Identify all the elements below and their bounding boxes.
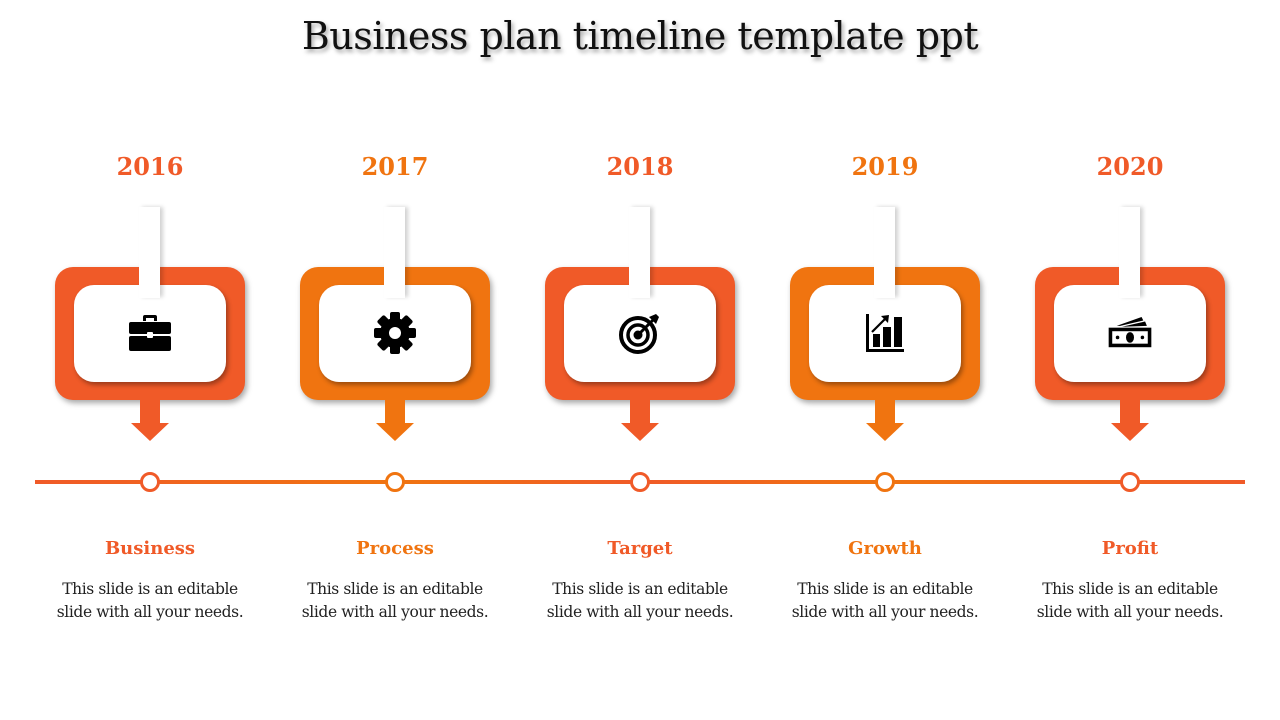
stage-year: 2018 <box>606 152 674 181</box>
stage-label: Growth <box>848 538 922 559</box>
gear-icon <box>371 311 419 355</box>
stage-year: 2020 <box>1096 152 1164 181</box>
stage-connector-join <box>874 284 895 298</box>
down-arrow-icon <box>866 423 904 441</box>
growth-chart-icon <box>861 311 909 355</box>
down-arrow-icon <box>376 423 414 441</box>
timeline-marker <box>875 472 895 492</box>
target-icon <box>616 311 664 355</box>
stage-year: 2017 <box>361 152 429 181</box>
timeline-marker <box>385 472 405 492</box>
stage-connector-join <box>139 284 160 298</box>
down-arrow-stem <box>140 399 160 424</box>
down-arrow-stem <box>385 399 405 424</box>
stage-connector-join <box>629 284 650 298</box>
stage-label: Business <box>104 538 196 559</box>
money-icon <box>1106 311 1154 355</box>
stage-label: Target <box>607 538 673 559</box>
timeline-marker <box>630 472 650 492</box>
briefcase-icon <box>126 311 174 355</box>
stage-label: Process <box>356 538 434 559</box>
down-arrow-icon <box>1111 423 1149 441</box>
timeline-marker <box>140 472 160 492</box>
down-arrow-stem <box>1120 399 1140 424</box>
stage-description: This slide is an editable slide with all… <box>301 580 489 621</box>
stage-year: 2016 <box>116 152 184 181</box>
stage-description: This slide is an editable slide with all… <box>1036 580 1224 621</box>
stage-connector-join <box>1119 284 1140 298</box>
stage-description: This slide is an editable slide with all… <box>56 580 244 621</box>
down-arrow-stem <box>630 399 650 424</box>
stage-connector-join <box>384 284 405 298</box>
stage-year: 2019 <box>851 152 919 181</box>
down-arrow-stem <box>875 399 895 424</box>
stage-description: This slide is an editable slide with all… <box>546 580 734 621</box>
stage-description: This slide is an editable slide with all… <box>791 580 979 621</box>
slide-title: Business plan timeline template ppt <box>301 14 979 58</box>
down-arrow-icon <box>621 423 659 441</box>
timeline-marker <box>1120 472 1140 492</box>
stage-label: Profit <box>1101 538 1159 559</box>
down-arrow-icon <box>131 423 169 441</box>
